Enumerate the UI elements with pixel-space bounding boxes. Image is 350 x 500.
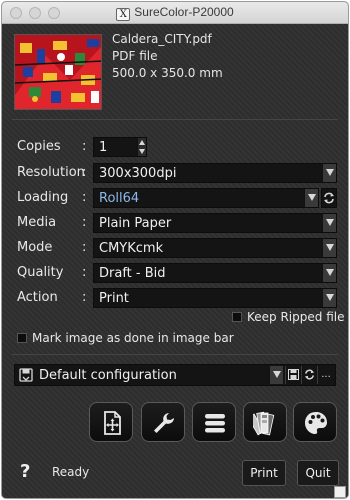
resolution-value: 300x300dpi <box>99 166 177 181</box>
color-profile-button[interactable] <box>293 402 337 442</box>
refresh-loading-button[interactable] <box>321 188 337 208</box>
action-label: Action <box>17 290 58 305</box>
divider <box>12 354 338 355</box>
swatch-icon <box>253 411 275 436</box>
chevron-down-icon[interactable] <box>322 239 336 257</box>
refresh-icon <box>304 369 314 380</box>
action-row: Action : Print <box>2 288 348 308</box>
keep-ripped-checkbox[interactable] <box>232 312 242 322</box>
chevron-down-icon[interactable] <box>304 189 318 207</box>
divider <box>12 119 338 120</box>
title-bar: X SureColor-P20000 <box>2 2 348 24</box>
window-title: X SureColor-P20000 <box>2 5 348 21</box>
copies-label: Copies <box>17 139 61 154</box>
city-thumbnail-image <box>15 35 101 109</box>
quit-button[interactable]: Quit <box>297 460 339 486</box>
mark-image-label: Mark image as done in image bar <box>32 331 234 345</box>
refresh-icon <box>324 192 334 204</box>
quality-row: Quality : Draft - Bid <box>2 263 348 283</box>
mode-label: Mode <box>17 240 53 255</box>
media-label: Media <box>17 215 57 230</box>
chevron-down-icon[interactable] <box>269 366 283 384</box>
resolution-label: Resolution <box>17 165 85 180</box>
media-row: Media : Plain Paper <box>2 213 348 233</box>
loading-value: Roll64 <box>99 191 140 206</box>
list-icon <box>205 414 225 433</box>
tools-button[interactable] <box>141 402 185 442</box>
print-button[interactable]: Print <box>242 460 286 486</box>
save-config-button[interactable] <box>285 366 300 384</box>
loading-row: Loading : Roll64 <box>2 188 348 208</box>
quality-select[interactable]: Draft - Bid <box>93 263 337 283</box>
increment-arrow-icon[interactable] <box>139 140 145 145</box>
reload-config-button[interactable] <box>301 366 316 384</box>
chevron-down-icon[interactable] <box>322 264 336 282</box>
layout-button[interactable] <box>89 402 133 442</box>
wrench-icon <box>154 413 174 433</box>
configuration-select[interactable]: Default configuration ... <box>14 364 336 386</box>
action-select[interactable]: Print <box>93 288 337 308</box>
chevron-down-icon[interactable] <box>322 164 336 182</box>
queue-button[interactable] <box>192 402 236 442</box>
media-select[interactable]: Plain Paper <box>93 213 337 233</box>
resolution-row: Resolution : 300x300dpi <box>2 163 348 183</box>
mode-row: Mode : CMYKcmk <box>2 238 348 258</box>
loading-select[interactable]: Roll64 <box>93 188 319 208</box>
colon: : <box>82 290 87 305</box>
keep-ripped-label: Keep Ripped file <box>247 310 345 324</box>
quality-value: Draft - Bid <box>99 266 166 281</box>
colon: : <box>82 165 87 180</box>
resize-grip[interactable] <box>334 486 346 498</box>
stepper-control <box>137 138 146 156</box>
file-type: PDF file <box>112 49 158 63</box>
chevron-down-icon[interactable] <box>322 289 336 307</box>
main-panel: Caldera_CITY.pdf PDF file 500.0 x 350.0 … <box>2 24 348 498</box>
copies-row: Copies : 1 <box>2 137 348 157</box>
configuration-value: Default configuration <box>39 368 177 383</box>
colon: : <box>82 265 87 280</box>
decrement-arrow-icon[interactable] <box>139 149 145 154</box>
color-swatches-button[interactable] <box>243 402 287 442</box>
copies-value: 1 <box>99 140 108 155</box>
palette-icon <box>305 412 327 434</box>
mode-select[interactable]: CMYKcmk <box>93 238 337 258</box>
app-window: X SureColor-P20000 Caldera_CITY.pdf PDF … <box>1 1 349 499</box>
more-config-button[interactable]: ... <box>317 366 334 384</box>
mode-value: CMYKcmk <box>99 241 164 256</box>
image-preview <box>14 34 102 110</box>
copies-stepper[interactable]: 1 <box>93 137 147 157</box>
mark-image-checkbox[interactable] <box>17 333 27 343</box>
file-name: Caldera_CITY.pdf <box>112 32 212 46</box>
status-text: Ready <box>52 465 90 479</box>
save-icon <box>287 369 299 380</box>
layout-icon <box>104 411 121 435</box>
action-value: Print <box>99 291 129 306</box>
quality-label: Quality <box>17 265 64 280</box>
file-size: 500.0 x 350.0 mm <box>112 66 223 80</box>
help-icon[interactable]: ? <box>20 461 30 482</box>
colon: : <box>82 215 87 230</box>
loading-label: Loading <box>17 190 69 205</box>
resolution-select[interactable]: 300x300dpi <box>93 163 337 183</box>
load-config-icon[interactable] <box>19 368 33 382</box>
x11-icon: X <box>116 8 131 21</box>
colon: : <box>82 190 87 205</box>
colon: : <box>82 139 87 154</box>
media-value: Plain Paper <box>99 216 172 231</box>
window-title-text: SureColor-P20000 <box>134 5 234 19</box>
colon: : <box>82 240 87 255</box>
chevron-down-icon[interactable] <box>322 214 336 232</box>
